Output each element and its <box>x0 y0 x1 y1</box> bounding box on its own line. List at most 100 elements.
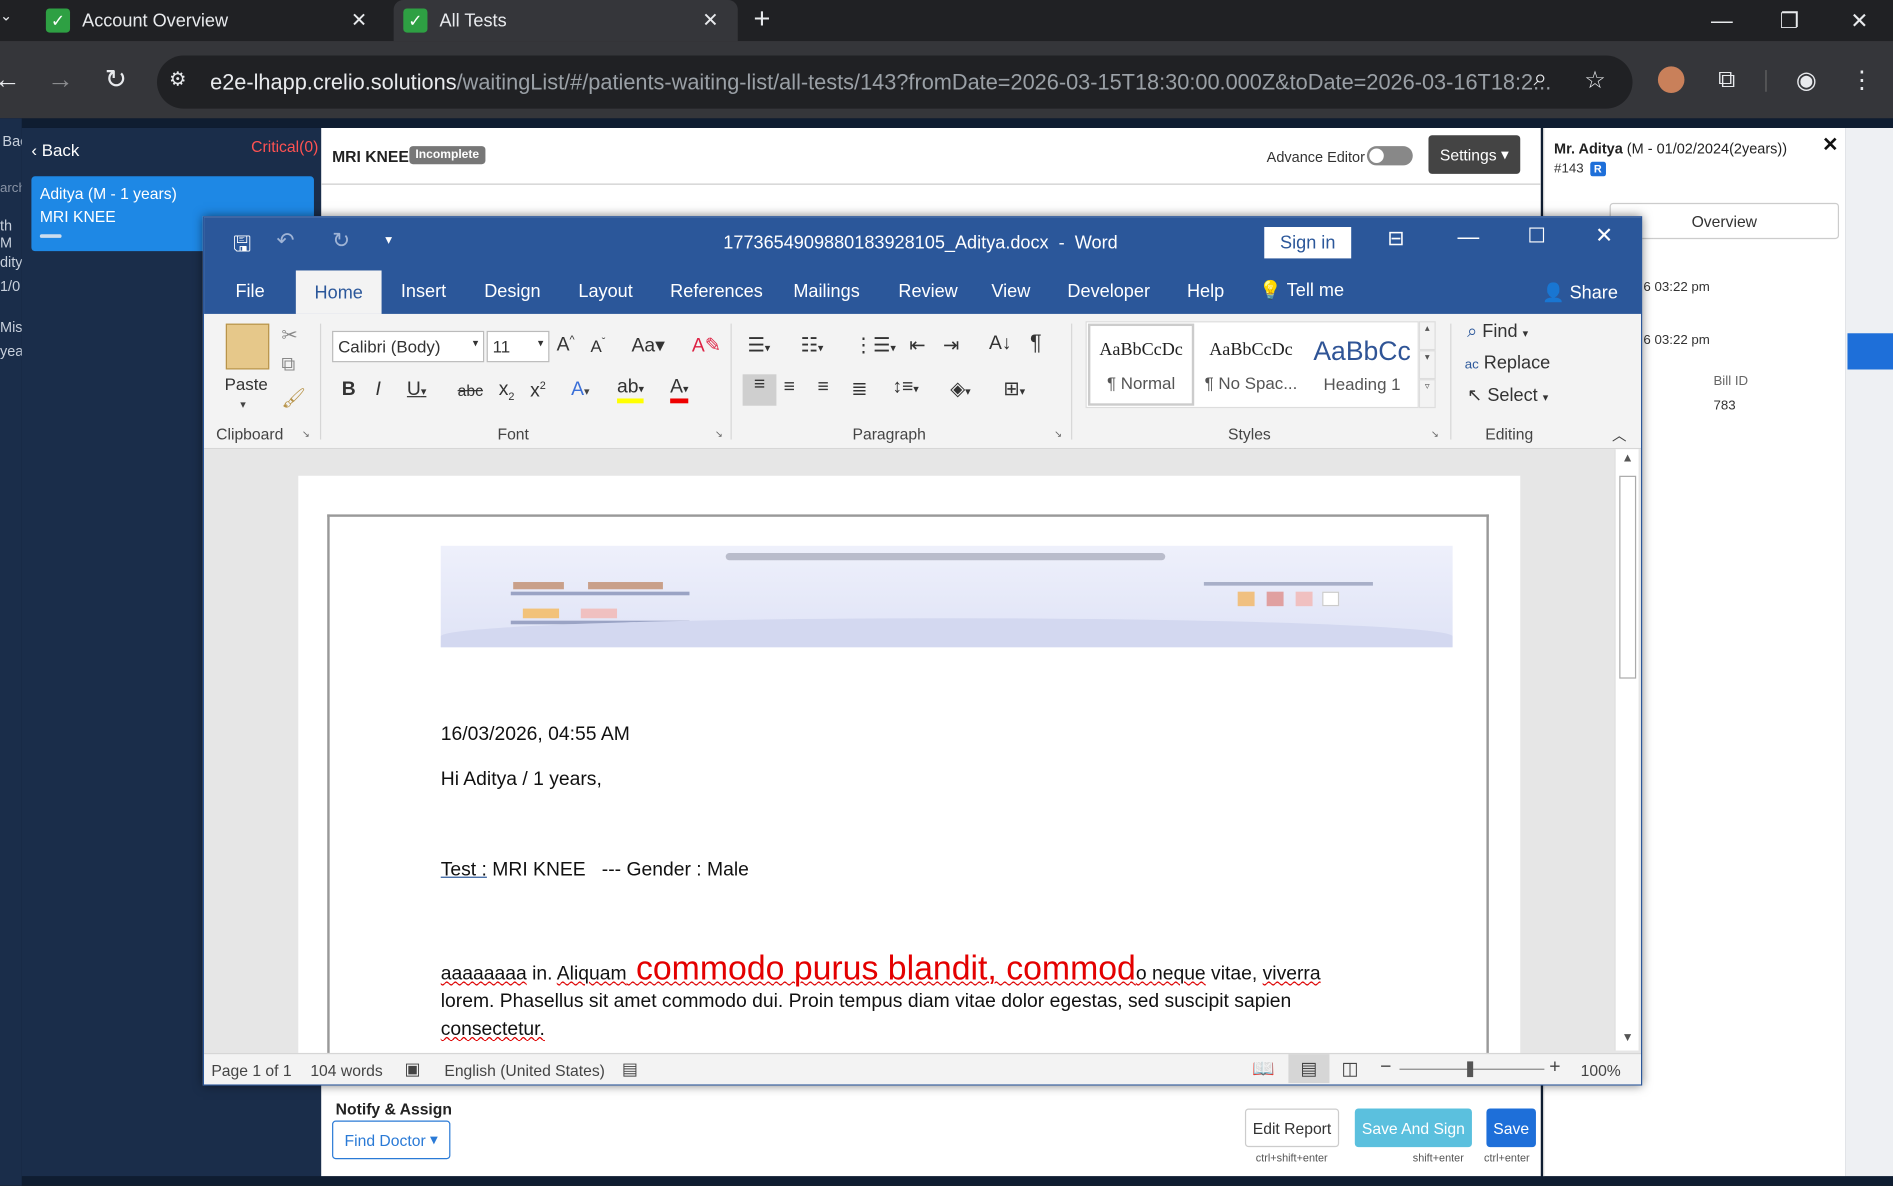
styles-more[interactable]: ▿ <box>1418 379 1436 409</box>
customize-qat-icon[interactable]: ▾ <box>385 232 392 247</box>
tab-review[interactable]: Review <box>898 281 957 316</box>
tab-search-icon[interactable]: ⌄ <box>0 7 17 34</box>
tab-layout[interactable]: Layout <box>578 281 632 316</box>
tab-view[interactable]: View <box>991 281 1030 316</box>
style-normal[interactable]: AaBbCcDc ¶ Normal <box>1087 323 1195 406</box>
page-count[interactable]: Page 1 of 1 <box>211 1061 291 1079</box>
advance-editor-toggle[interactable] <box>1366 146 1413 166</box>
extensions-icon[interactable]: ⧉ <box>1705 58 1748 101</box>
borders-icon[interactable]: ⊞▾ <box>1003 377 1025 401</box>
close-tab-icon[interactable]: ✕ <box>351 8 367 32</box>
accessibility-icon[interactable]: ▤ <box>622 1059 638 1080</box>
find-button[interactable]: ⌕ Find ▾ <box>1467 321 1528 342</box>
find-doctor-dropdown[interactable]: Find Doctor ▾ <box>332 1120 451 1160</box>
scroll-up-icon[interactable]: ▲ <box>1622 452 1634 465</box>
redo-icon[interactable]: ↻ <box>332 228 350 253</box>
shading-icon[interactable]: ◈▾ <box>950 377 970 401</box>
paste-icon[interactable] <box>225 323 270 370</box>
edit-report-button[interactable]: Edit Report <box>1244 1108 1340 1148</box>
collapse-ribbon-icon[interactable]: ︿ <box>1612 425 1627 446</box>
profile-icon[interactable]: ◉ <box>1785 58 1828 101</box>
settings-button[interactable]: Settings ▾ <box>1428 135 1521 174</box>
align-center-icon[interactable]: ≡ <box>784 377 795 399</box>
web-layout-icon[interactable]: ◫ <box>1342 1058 1359 1080</box>
undo-icon[interactable]: ↶ <box>277 228 295 253</box>
print-layout-icon[interactable]: ▤ <box>1288 1054 1330 1084</box>
share-button[interactable]: 👤 Share <box>1542 281 1618 316</box>
strip-button[interactable] <box>1847 333 1893 370</box>
text-effects-icon[interactable]: A▾ <box>571 379 589 401</box>
bookmark-star-icon[interactable]: ☆ <box>1584 65 1606 95</box>
scroll-thumb[interactable] <box>1619 475 1637 679</box>
styles-launcher-icon[interactable]: ↘ <box>1431 429 1439 440</box>
new-tab-icon[interactable]: + <box>753 2 770 36</box>
select-button[interactable]: ↖ Select ▾ <box>1467 384 1548 406</box>
shrink-font-icon[interactable]: Aˇ <box>590 336 605 356</box>
clear-formatting-icon[interactable]: A✎ <box>692 333 721 357</box>
grow-font-icon[interactable]: A^ <box>557 333 575 356</box>
numbering-icon[interactable]: ☷▾ <box>801 333 824 357</box>
overview-tab[interactable]: Overview <box>1609 202 1840 240</box>
italic-icon[interactable]: I <box>376 379 381 401</box>
line-spacing-icon[interactable]: ↕≡▾ <box>892 377 918 399</box>
tab-insert[interactable]: Insert <box>401 281 446 316</box>
report-date[interactable]: 16/03/2026, 04:55 AM <box>441 725 630 747</box>
word-count[interactable]: 104 words <box>310 1061 382 1079</box>
styles-scroll-up[interactable]: ▴ <box>1418 321 1436 351</box>
increase-indent-icon[interactable]: ⇥ <box>943 333 959 357</box>
font-name-dropdown[interactable]: Calibri (Body) ▾ <box>332 330 485 363</box>
minimize-window-icon[interactable]: — <box>1688 0 1756 41</box>
back-link[interactable]: ‹ Back <box>31 140 79 159</box>
close-panel-icon[interactable]: ✕ <box>1822 133 1838 157</box>
style-heading1[interactable]: AaBbCc Heading 1 <box>1307 324 1418 406</box>
report-greeting[interactable]: Hi Aditya / 1 years, <box>441 769 602 791</box>
superscript-icon[interactable]: x2 <box>530 379 546 402</box>
menu-icon[interactable]: ⋮ <box>1840 58 1883 101</box>
decrease-indent-icon[interactable]: ⇤ <box>909 333 925 357</box>
save-and-sign-button[interactable]: Save And Sign <box>1354 1108 1472 1148</box>
bullets-icon[interactable]: ☰▾ <box>747 333 770 357</box>
styles-scroll-down[interactable]: ▾ <box>1418 350 1436 380</box>
strikethrough-icon[interactable]: abc <box>458 382 483 400</box>
close-window-icon[interactable]: ✕ <box>1826 0 1893 41</box>
critical-count[interactable]: Critical(0) <box>251 138 318 156</box>
font-color-icon[interactable]: A▾ <box>670 377 689 404</box>
zoom-slider[interactable] <box>1399 1061 1545 1078</box>
zoom-in-icon[interactable]: + <box>1549 1057 1560 1079</box>
reload-icon[interactable]: ↻ <box>94 58 137 101</box>
ribbon-display-icon[interactable]: ⊟ <box>1387 227 1404 251</box>
sign-in-button[interactable]: Sign in <box>1264 227 1352 259</box>
sort-icon[interactable]: A↓ <box>989 333 1012 355</box>
report-paragraph[interactable]: aaaaaaaa in. Aliquam commodo purus bland… <box>441 951 1395 1043</box>
address-bar[interactable]: ⚙ e2e-lhapp.crelio.solutions/waitingList… <box>156 55 1633 109</box>
zoom-out-icon[interactable]: − <box>1380 1057 1391 1079</box>
restore-window-icon[interactable]: ❐ <box>1756 0 1824 41</box>
tab-home[interactable]: Home <box>295 270 382 314</box>
subscript-icon[interactable]: x2 <box>499 379 515 402</box>
zoom-icon[interactable]: ⌕ <box>1534 65 1548 93</box>
cut-icon[interactable]: ✂ <box>281 324 297 348</box>
vertical-scrollbar[interactable]: ▲ ▼ <box>1614 449 1639 1051</box>
bold-icon[interactable]: B <box>342 379 356 401</box>
save-button[interactable]: Save <box>1486 1108 1536 1148</box>
zoom-level[interactable]: 100% <box>1581 1061 1621 1079</box>
tab-help[interactable]: Help <box>1187 281 1224 316</box>
tell-me-search[interactable]: 💡 Tell me <box>1259 279 1344 314</box>
justify-icon[interactable]: ≣ <box>851 377 867 401</box>
paste-dropdown-icon[interactable]: ▾ <box>240 398 245 411</box>
font-size-dropdown[interactable]: 11 ▾ <box>486 330 550 363</box>
report-test-line[interactable]: Test : MRI KNEE --- Gender : Male <box>441 860 749 882</box>
language[interactable]: English (United States) <box>444 1061 605 1079</box>
close-tab-icon[interactable]: ✕ <box>702 8 718 32</box>
tab-references[interactable]: References <box>670 281 763 316</box>
align-left-icon[interactable]: ≡ <box>742 374 777 406</box>
replace-button[interactable]: ac Replace <box>1465 353 1551 374</box>
font-launcher-icon[interactable]: ↘ <box>715 429 723 440</box>
change-case-icon[interactable]: Aa▾ <box>632 333 665 357</box>
paste-label[interactable]: Paste <box>225 374 268 393</box>
multilevel-list-icon[interactable]: ⋮☰▾ <box>854 333 896 357</box>
underline-icon[interactable]: U▾ <box>407 379 426 401</box>
tab-design[interactable]: Design <box>484 281 540 316</box>
site-info-icon[interactable]: ⚙ <box>169 68 186 92</box>
format-painter-icon[interactable]: 🖌 <box>281 386 306 410</box>
